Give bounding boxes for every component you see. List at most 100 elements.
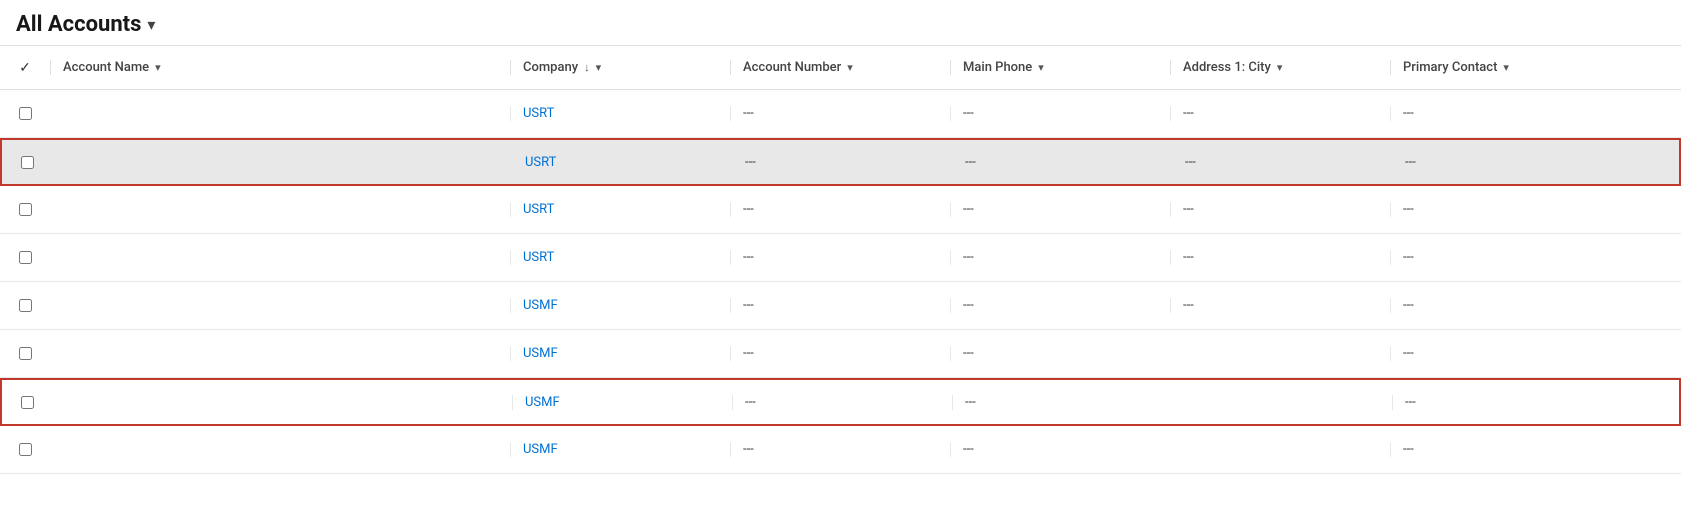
table-row[interactable]: USMF --- --- --- [0, 378, 1681, 426]
checkbox-input[interactable] [19, 107, 32, 120]
contact-value: --- [1405, 395, 1416, 410]
page-title: All Accounts [16, 12, 141, 37]
row-company[interactable]: USRT [510, 202, 730, 217]
col-header-main-phone[interactable]: Main Phone ▾ [950, 60, 1170, 75]
row-company[interactable]: USRT [510, 250, 730, 265]
main-phone-value: --- [963, 202, 974, 217]
company-link[interactable]: USRT [525, 155, 556, 170]
row-main-phone: --- [952, 155, 1172, 170]
checkbox-input[interactable] [19, 251, 32, 264]
table-row[interactable]: USRT --- --- --- --- [0, 186, 1681, 234]
row-main-phone: --- [952, 395, 1172, 410]
row-contact: --- [1392, 395, 1679, 410]
row-checkbox[interactable] [2, 396, 52, 409]
company-label: Company [523, 60, 578, 75]
company-link[interactable]: USMF [523, 346, 558, 361]
row-company[interactable]: USRT [512, 155, 732, 170]
row-contact: --- [1390, 202, 1681, 217]
account-number-value: --- [743, 202, 754, 217]
contact-value: --- [1403, 106, 1414, 121]
company-link[interactable]: USMF [525, 395, 560, 410]
main-phone-value: --- [963, 106, 974, 121]
contact-value: --- [1403, 298, 1414, 313]
col-header-primary-contact[interactable]: Primary Contact ▾ [1390, 60, 1681, 75]
row-checkbox[interactable] [0, 347, 50, 360]
row-account-number: --- [732, 395, 952, 410]
main-phone-value: --- [963, 298, 974, 313]
row-checkbox[interactable] [0, 203, 50, 216]
account-number-value: --- [743, 442, 754, 457]
contact-value: --- [1403, 346, 1414, 361]
row-company[interactable]: USMF [510, 442, 730, 457]
row-contact: --- [1390, 442, 1681, 457]
col-header-address-city[interactable]: Address 1: City ▾ [1170, 60, 1390, 75]
row-checkbox[interactable] [0, 443, 50, 456]
company-link[interactable]: USRT [523, 106, 554, 121]
row-company[interactable]: USRT [510, 106, 730, 121]
checkbox-input[interactable] [19, 347, 32, 360]
row-company[interactable]: USMF [510, 346, 730, 361]
title-chevron-icon[interactable]: ▾ [147, 15, 155, 34]
table-row[interactable]: USMF --- --- --- [0, 426, 1681, 474]
address-city-chevron-icon: ▾ [1277, 61, 1283, 74]
main-phone-value: --- [963, 442, 974, 457]
row-address: --- [1170, 298, 1390, 313]
row-checkbox[interactable] [2, 156, 52, 169]
row-address: --- [1170, 250, 1390, 265]
row-account-number: --- [732, 155, 952, 170]
row-checkbox[interactable] [0, 107, 50, 120]
main-phone-value: --- [965, 155, 976, 170]
account-number-value: --- [745, 155, 756, 170]
table-row[interactable]: USRT --- --- --- --- [0, 90, 1681, 138]
row-account-number: --- [730, 298, 950, 313]
address-value: --- [1183, 202, 1194, 217]
account-number-label: Account Number [743, 60, 841, 75]
checkbox-input[interactable] [19, 299, 32, 312]
row-main-phone: --- [950, 250, 1170, 265]
checkbox-input[interactable] [19, 203, 32, 216]
address-value: --- [1183, 106, 1194, 121]
contact-value: --- [1405, 155, 1416, 170]
company-chevron-icon: ▾ [596, 61, 602, 74]
table-row[interactable]: USMF --- --- --- --- [0, 282, 1681, 330]
row-address: --- [1170, 106, 1390, 121]
page-header: All Accounts ▾ [0, 0, 1681, 45]
select-all-col[interactable]: ✓ [0, 60, 50, 76]
primary-contact-label: Primary Contact [1403, 60, 1497, 75]
row-main-phone: --- [950, 346, 1170, 361]
row-contact: --- [1390, 106, 1681, 121]
row-checkbox[interactable] [0, 251, 50, 264]
account-number-value: --- [743, 346, 754, 361]
table-row[interactable]: USRT --- --- --- --- [0, 138, 1681, 186]
row-company[interactable]: USMF [510, 298, 730, 313]
row-company[interactable]: USMF [512, 395, 732, 410]
account-name-sort-icon: ▾ [155, 61, 161, 74]
account-number-value: --- [743, 106, 754, 121]
col-header-company[interactable]: Company ↓ ▾ [510, 60, 730, 75]
row-account-number: --- [730, 346, 950, 361]
table-row[interactable]: USMF --- --- --- [0, 330, 1681, 378]
checkbox-input[interactable] [19, 443, 32, 456]
row-checkbox[interactable] [0, 299, 50, 312]
table-row[interactable]: USRT --- --- --- --- [0, 234, 1681, 282]
main-phone-value: --- [963, 250, 974, 265]
company-link[interactable]: USRT [523, 250, 554, 265]
address-city-label: Address 1: City [1183, 60, 1271, 75]
account-number-chevron-icon: ▾ [847, 61, 853, 74]
accounts-table: ✓ Account Name ▾ Company ↓ ▾ Account Num… [0, 45, 1681, 474]
row-contact: --- [1390, 250, 1681, 265]
contact-value: --- [1403, 442, 1414, 457]
col-header-account-name[interactable]: Account Name ▾ [50, 60, 510, 75]
checkbox-input[interactable] [21, 156, 34, 169]
company-sort-down-icon: ↓ [584, 61, 590, 74]
checkbox-input[interactable] [21, 396, 34, 409]
company-link[interactable]: USRT [523, 202, 554, 217]
contact-value: --- [1403, 202, 1414, 217]
contact-value: --- [1403, 250, 1414, 265]
company-link[interactable]: USMF [523, 442, 558, 457]
select-all-checkmark: ✓ [19, 60, 31, 76]
row-main-phone: --- [950, 442, 1170, 457]
col-header-account-number[interactable]: Account Number ▾ [730, 60, 950, 75]
row-account-number: --- [730, 202, 950, 217]
company-link[interactable]: USMF [523, 298, 558, 313]
